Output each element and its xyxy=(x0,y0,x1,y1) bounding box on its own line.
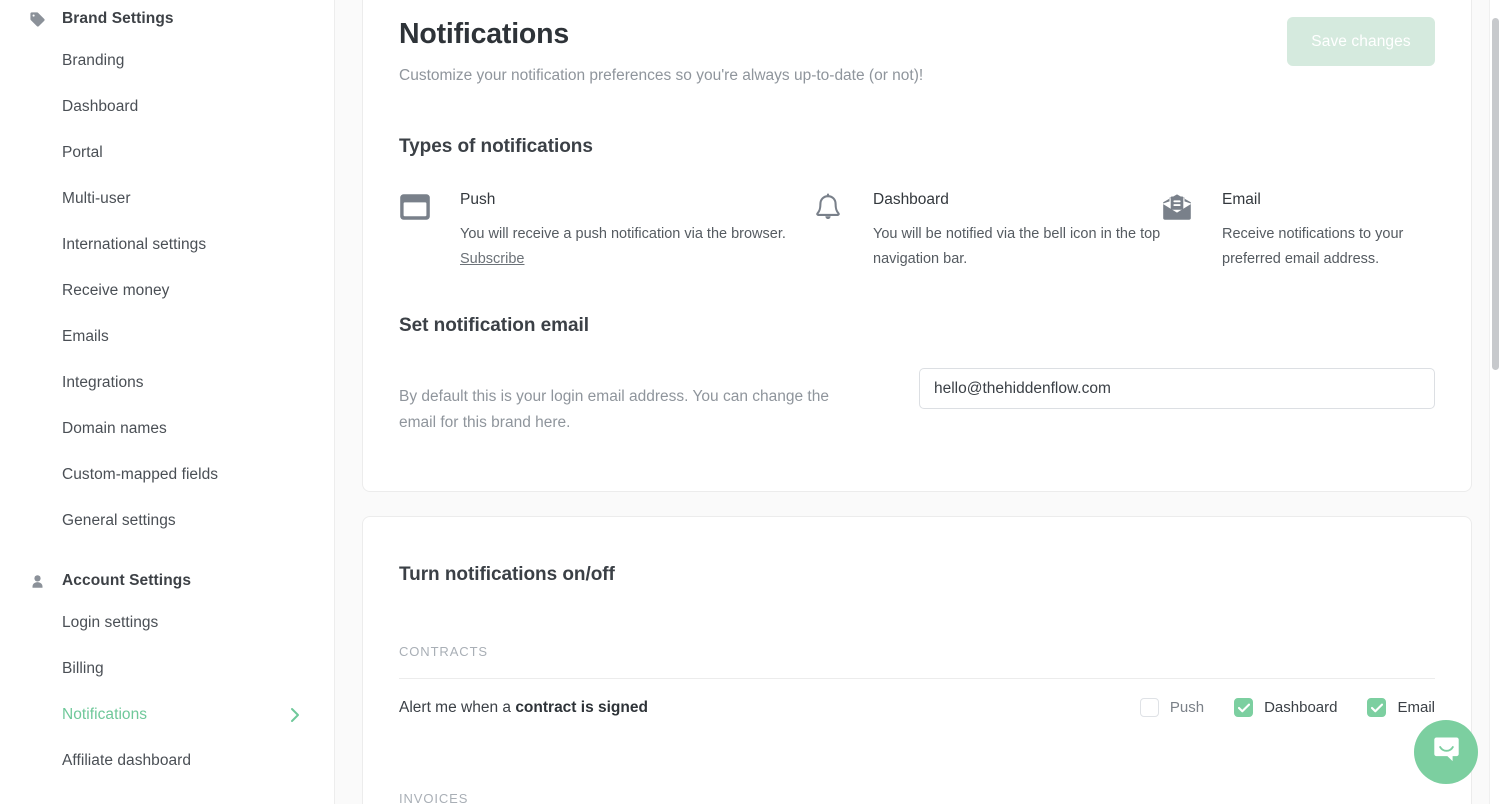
page-header: Notifications Customize your notificatio… xyxy=(399,0,1435,86)
sidebar-item-branding[interactable]: Branding xyxy=(0,38,334,84)
vertical-scrollbar[interactable] xyxy=(1489,0,1500,804)
group-label-invoices: INVOICES xyxy=(399,791,469,804)
save-changes-button[interactable]: Save changes xyxy=(1287,17,1435,66)
page-header-text: Notifications Customize your notificatio… xyxy=(399,17,923,86)
group-label-contracts: CONTRACTS xyxy=(399,644,488,659)
preference-row-label: Alert me when a contract is signed xyxy=(399,699,648,717)
person-icon xyxy=(28,572,46,590)
checkbox-item-push[interactable]: Push xyxy=(1139,698,1205,717)
notification-type-body: Email Receive notifications to your pref… xyxy=(1222,191,1441,272)
page-subtitle: Customize your notification preferences … xyxy=(399,67,924,84)
notification-group-invoices: INVOICES xyxy=(399,791,1435,804)
set-notification-email-heading: Set notification email xyxy=(399,315,589,336)
preference-label-prefix: Alert me when a xyxy=(399,698,516,716)
notification-type-dashboard: Dashboard You will be notified via the b… xyxy=(812,191,1161,272)
sidebar-item-billing[interactable]: Billing xyxy=(0,646,334,692)
main-content: Notifications Customize your notificatio… xyxy=(335,0,1500,804)
checkbox-email[interactable] xyxy=(1367,698,1387,717)
sidebar-item-label: International settings xyxy=(62,236,207,253)
turn-notifications-card: Turn notifications on/off CONTRACTS Aler… xyxy=(362,516,1472,804)
checkbox-label-email: Email xyxy=(1397,699,1435,716)
turn-notifications-header: Turn notifications on/off xyxy=(399,517,1435,586)
notification-type-push: Push You will receive a push notificatio… xyxy=(399,191,812,272)
turn-notifications-heading: Turn notifications on/off xyxy=(399,564,615,585)
sidebar-item-multi-user[interactable]: Multi-user xyxy=(0,176,334,222)
checkbox-push[interactable] xyxy=(1139,698,1159,717)
sidebar-item-label: Affiliate dashboard xyxy=(62,752,192,769)
sidebar-item-label: Dashboard xyxy=(62,98,139,115)
types-of-notifications-section: Types of notifications Push You will rec… xyxy=(399,136,1435,272)
notification-type-body: Push You will receive a push notificatio… xyxy=(460,191,812,272)
settings-page: Brand Settings Branding Dashboard Portal… xyxy=(0,0,1500,804)
chevron-right-icon xyxy=(290,707,300,723)
sidebar-item-domain-names[interactable]: Domain names xyxy=(0,406,334,452)
sidebar-item-label: Custom-mapped fields xyxy=(62,466,219,483)
sidebar-group-brand-settings: Brand Settings xyxy=(0,0,334,38)
notification-type-description: Receive notifications to your preferred … xyxy=(1222,226,1404,267)
open-envelope-icon xyxy=(1161,191,1193,223)
tag-icon xyxy=(28,10,46,28)
sidebar-item-label: Notifications xyxy=(62,706,148,723)
settings-sidebar: Brand Settings Branding Dashboard Portal… xyxy=(0,0,335,804)
sidebar-item-receive-money[interactable]: Receive money xyxy=(0,268,334,314)
checkbox-item-email[interactable]: Email xyxy=(1367,698,1435,717)
sidebar-item-dashboard[interactable]: Dashboard xyxy=(0,84,334,130)
sidebar-item-login-settings[interactable]: Login settings xyxy=(0,600,334,646)
checkbox-item-dashboard[interactable]: Dashboard xyxy=(1234,698,1337,717)
sidebar-divider-space xyxy=(0,544,334,562)
checkbox-label-dashboard: Dashboard xyxy=(1264,699,1338,716)
browser-window-icon xyxy=(399,191,431,223)
sidebar-item-portal[interactable]: Portal xyxy=(0,130,334,176)
sidebar-item-label: Multi-user xyxy=(62,190,131,207)
scrollbar-thumb[interactable] xyxy=(1492,18,1499,370)
notification-type-name: Email xyxy=(1222,191,1261,208)
preference-row-contract-signed: Alert me when a contract is signed Push xyxy=(399,679,1435,736)
notifications-settings-card: Notifications Customize your notificatio… xyxy=(362,0,1472,492)
sidebar-group-title: Account Settings xyxy=(62,572,192,589)
sidebar-item-custom-mapped-fields[interactable]: Custom-mapped fields xyxy=(0,452,334,498)
notification-type-description: You will receive a push notification via… xyxy=(460,222,812,272)
preference-checkboxes: Push Dashboard Email xyxy=(1139,698,1435,717)
types-heading: Types of notifications xyxy=(399,136,593,157)
subscribe-link[interactable]: Subscribe xyxy=(460,251,524,267)
sidebar-item-label: Portal xyxy=(62,144,103,161)
preference-label-emphasis: contract is signed xyxy=(515,698,648,716)
types-grid: Push You will receive a push notificatio… xyxy=(399,191,1435,272)
sidebar-item-label: Receive money xyxy=(62,282,170,299)
set-notification-email-row: By default this is your login email addr… xyxy=(399,368,1435,451)
sidebar-item-label: Domain names xyxy=(62,420,167,437)
notification-group-contracts: CONTRACTS Alert me when a contract is si… xyxy=(399,644,1435,736)
sidebar-item-label: Integrations xyxy=(62,374,144,391)
notification-type-name: Dashboard xyxy=(873,191,949,208)
notification-type-description: You will be notified via the bell icon i… xyxy=(873,226,1161,267)
page-title: Notifications xyxy=(399,18,569,50)
notification-type-body: Dashboard You will be notified via the b… xyxy=(873,191,1161,272)
sidebar-group-title: Brand Settings xyxy=(62,10,174,27)
sidebar-item-label: Emails xyxy=(62,328,109,345)
notification-type-description-text: You will receive a push notification via… xyxy=(460,226,786,242)
sidebar-item-label: General settings xyxy=(62,512,176,529)
checkbox-label-push: Push xyxy=(1169,699,1205,716)
notification-email-field-wrapper xyxy=(869,368,1435,409)
sidebar-item-emails[interactable]: Emails xyxy=(0,314,334,360)
bell-icon xyxy=(812,191,844,223)
notification-email-input[interactable] xyxy=(919,368,1435,409)
sidebar-item-international-settings[interactable]: International settings xyxy=(0,222,334,268)
sidebar-item-integrations[interactable]: Integrations xyxy=(0,360,334,406)
sidebar-group-account-settings: Account Settings xyxy=(0,562,334,600)
set-notification-email-section: Set notification email By default this i… xyxy=(399,315,1435,451)
notification-type-email: Email Receive notifications to your pref… xyxy=(1161,191,1441,272)
set-notification-email-description: By default this is your login email addr… xyxy=(399,387,829,431)
sidebar-item-label: Login settings xyxy=(62,614,159,631)
sidebar-item-label: Branding xyxy=(62,52,125,69)
sidebar-item-notifications[interactable]: Notifications xyxy=(0,692,334,738)
sidebar-item-general-settings[interactable]: General settings xyxy=(0,498,334,544)
checkbox-dashboard[interactable] xyxy=(1234,698,1254,717)
intercom-chat-icon xyxy=(1431,734,1462,770)
sidebar-item-label: Billing xyxy=(62,660,104,677)
intercom-chat-launcher[interactable] xyxy=(1414,720,1478,784)
notification-type-name: Push xyxy=(460,191,496,208)
sidebar-item-affiliate-dashboard[interactable]: Affiliate dashboard xyxy=(0,738,334,784)
